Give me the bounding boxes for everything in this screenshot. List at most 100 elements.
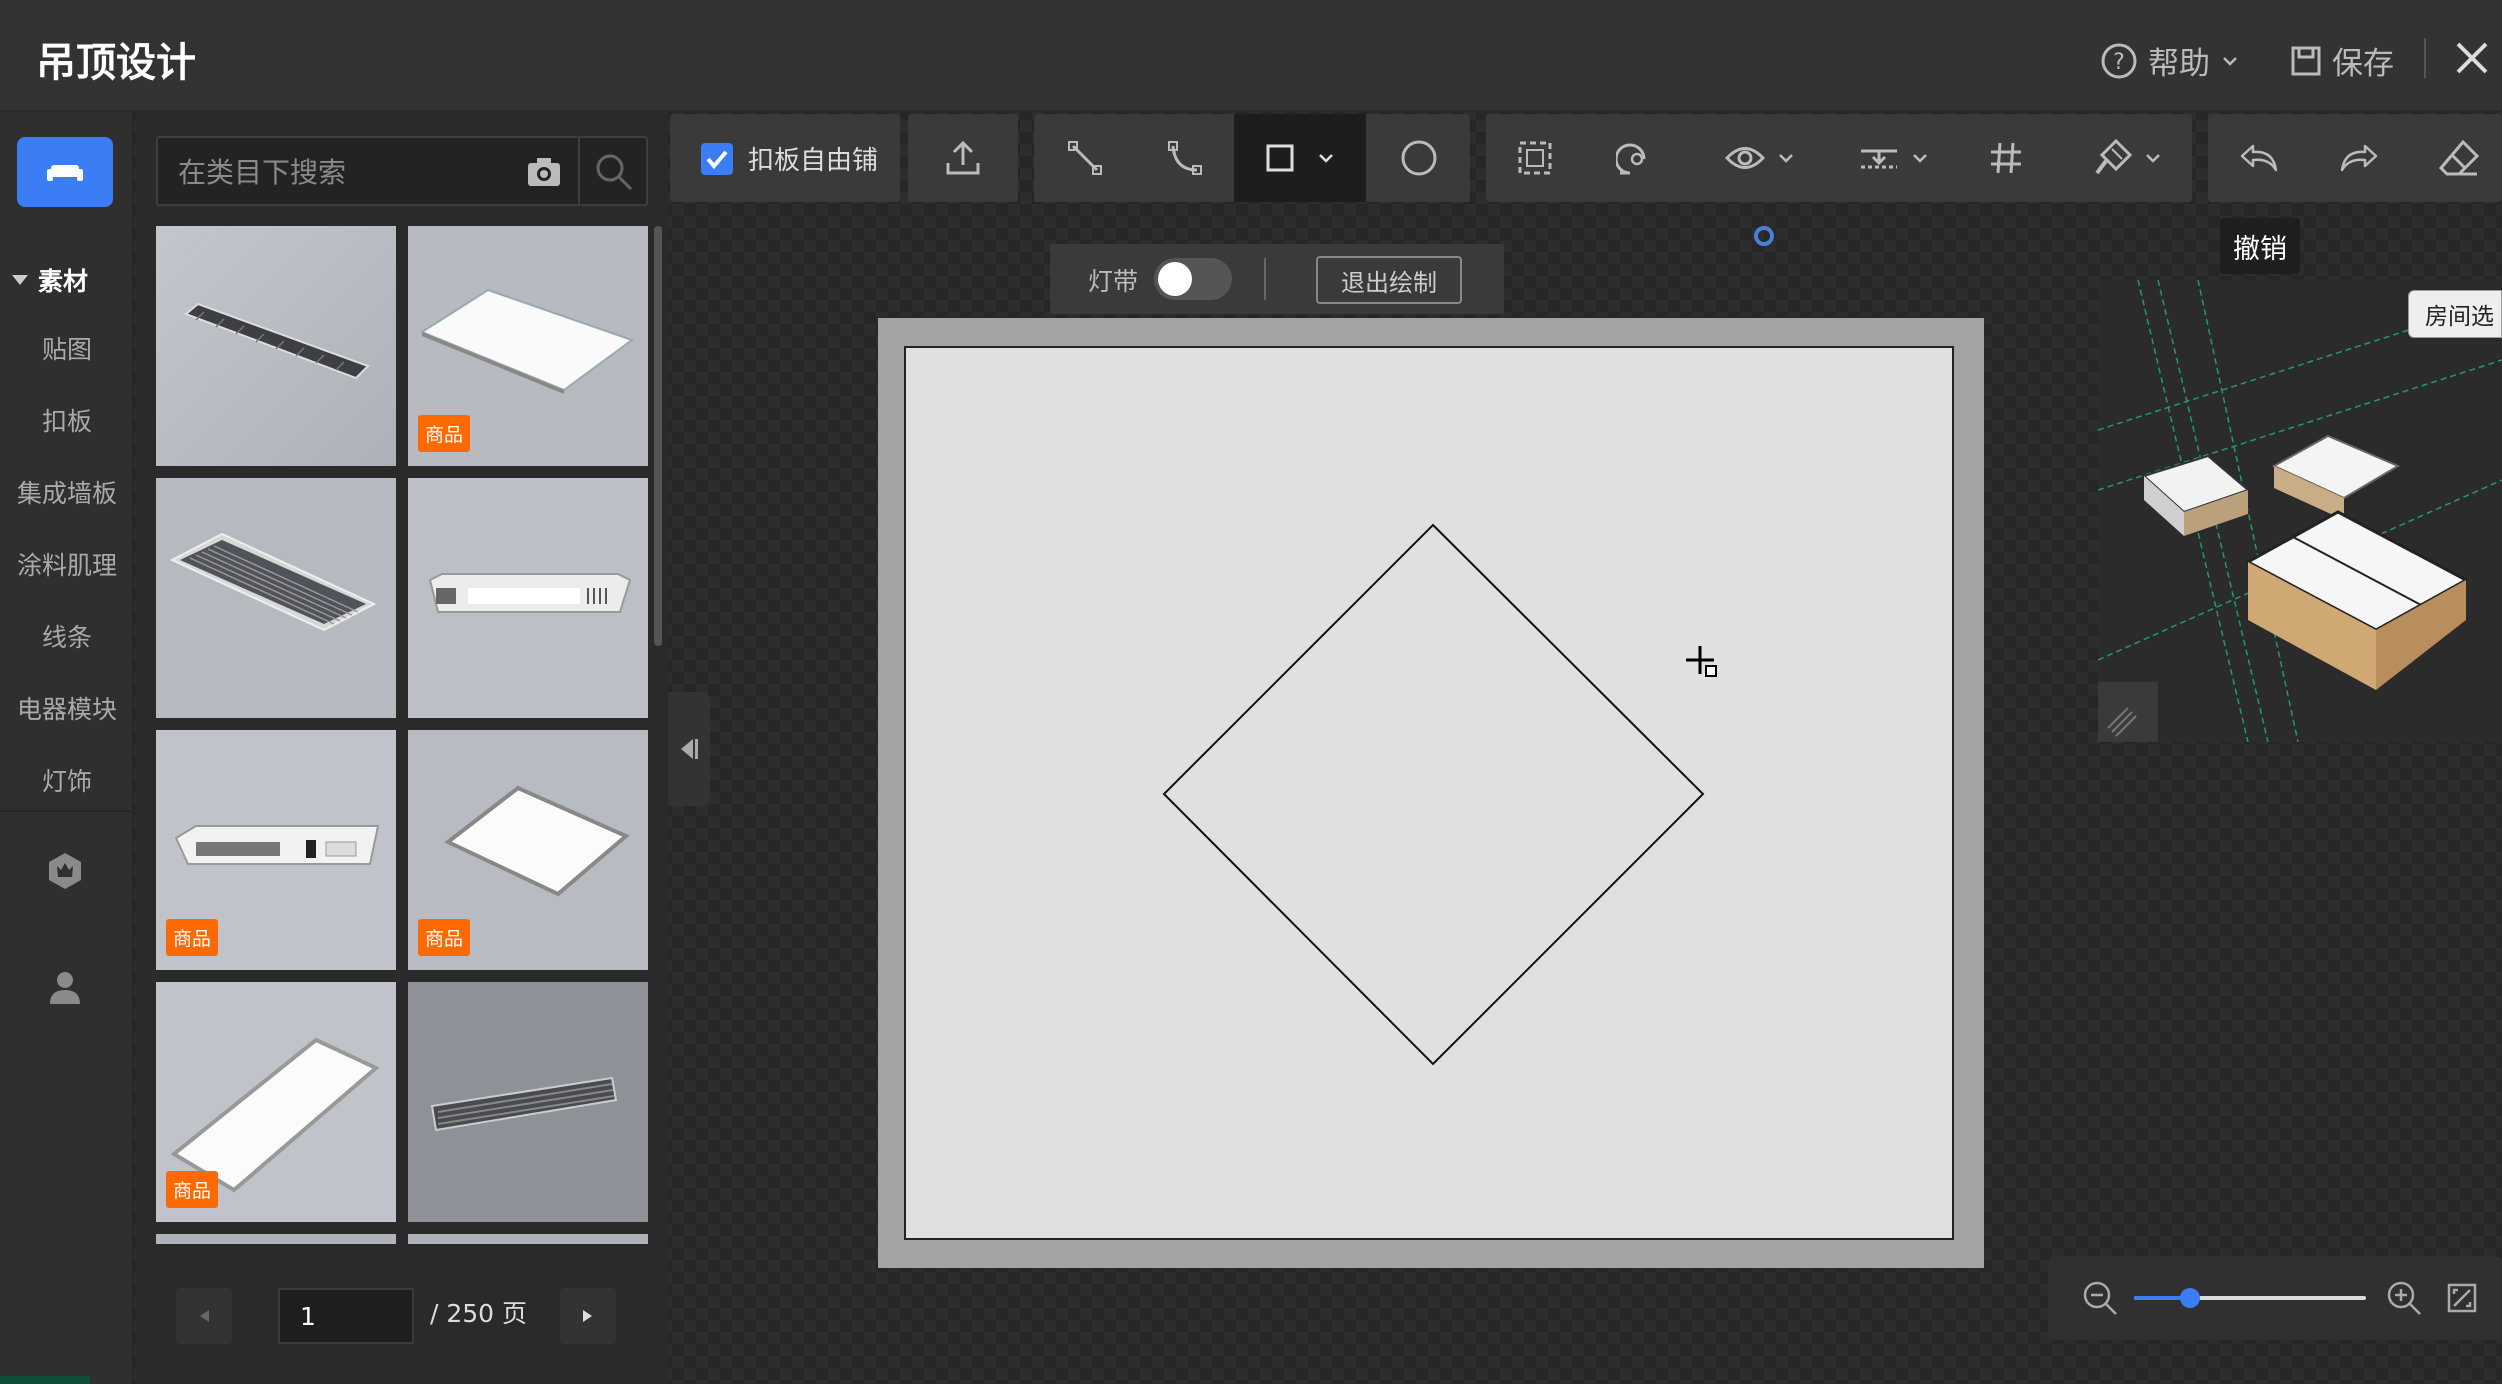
close-icon[interactable]	[2452, 38, 2492, 78]
next-page-button[interactable]	[560, 1288, 616, 1344]
dark-vent-thumbnail	[408, 982, 648, 1222]
exit-draw-button[interactable]: 退出绘制	[1316, 256, 1462, 304]
select-area-button[interactable]	[1500, 114, 1570, 202]
nav-item-appliance[interactable]: 电器模块	[0, 690, 134, 726]
material-section-header[interactable]: 素材	[12, 262, 88, 298]
rectangle-tool-icon	[1266, 144, 1294, 172]
grid-icon	[1991, 142, 2021, 174]
arc-tool-icon	[1168, 141, 1202, 175]
circle-tool-button[interactable]	[1384, 114, 1454, 202]
visibility-button[interactable]	[1710, 114, 1810, 202]
product-badge: 商品	[166, 919, 219, 956]
page-number-input[interactable]	[278, 1288, 414, 1344]
search-input[interactable]	[178, 152, 478, 192]
nav-item-panel[interactable]: 扣板	[0, 402, 134, 438]
search-divider	[578, 138, 580, 204]
zoom-bar	[2048, 1256, 2502, 1340]
eye-icon	[1725, 147, 1765, 169]
status-indicator	[0, 1376, 90, 1384]
eraser-icon	[2439, 140, 2479, 176]
free-tile-toggle[interactable]: 扣板自由铺	[700, 140, 878, 177]
undo-button[interactable]	[2224, 114, 2294, 202]
catalog-item-partial	[156, 1234, 396, 1244]
upload-icon	[946, 140, 980, 175]
caret-down-icon	[12, 275, 28, 285]
nav-divider	[0, 810, 134, 812]
catalog-item-square-panel-light[interactable]: 商品	[408, 730, 648, 970]
brush-button[interactable]	[2076, 114, 2180, 202]
help-label: 帮助	[2148, 46, 2210, 82]
chevron-down-icon	[1779, 154, 1793, 163]
search-icon[interactable]	[594, 152, 634, 192]
nav-item-lighting[interactable]: 灯饰	[0, 762, 134, 798]
room-select-button[interactable]: 房间选	[2408, 290, 2502, 338]
nav-item-molding[interactable]: 线条	[0, 618, 134, 654]
collapse-left-icon	[681, 739, 698, 759]
drawing-layer	[1162, 523, 1717, 1066]
ceiling-design-app: 吊顶设计 ? 帮助 保存 素材 贴图 扣板 集成墙板 涂料肌理 线条 电器模块 …	[0, 0, 2502, 1384]
bath-heater-thumbnail	[408, 478, 648, 718]
catalog-item-grille-vent[interactable]	[156, 478, 396, 718]
catalog-item-flat-panel-light[interactable]: 商品	[408, 226, 648, 466]
circle-tool-icon	[1401, 140, 1437, 176]
drawing-canvas[interactable]	[904, 346, 1954, 1240]
redo-button[interactable]	[2324, 114, 2394, 202]
catalog-item-long-panel-light[interactable]: 商品	[156, 982, 396, 1222]
title-bar: 吊顶设计 ? 帮助 保存	[0, 0, 2502, 112]
diamond-shape[interactable]	[1162, 523, 1705, 1066]
catalog-item-bath-heater-light[interactable]	[408, 478, 648, 718]
header-divider	[2424, 38, 2426, 78]
rectangle-tool-button[interactable]	[1234, 114, 1366, 202]
zoom-out-icon[interactable]	[2082, 1280, 2118, 1316]
line-tool-button[interactable]	[1050, 114, 1120, 202]
redo-icon	[2340, 144, 2378, 172]
nav-item-paint[interactable]: 涂料肌理	[0, 546, 134, 582]
save-icon	[2291, 46, 2321, 75]
chevron-down-icon	[1319, 154, 1333, 163]
eraser-button[interactable]	[2424, 114, 2494, 202]
product-badge: 商品	[166, 1171, 219, 1208]
crosshair-cursor	[1686, 646, 1717, 677]
camera-icon[interactable]	[526, 156, 562, 188]
save-button[interactable]: 保存	[2290, 38, 2394, 83]
resize-grip-icon	[2107, 707, 2137, 737]
catalog-item-bath-heater-module[interactable]: 商品	[156, 730, 396, 970]
upload-button[interactable]	[908, 114, 1018, 202]
catalog-scrollbar[interactable]	[654, 226, 662, 646]
sofa-icon	[47, 165, 83, 182]
resize-handle[interactable]	[2098, 682, 2158, 742]
chevron-down-icon	[1913, 154, 1927, 163]
caret-right-icon	[583, 1310, 592, 1322]
grid-button[interactable]	[1976, 114, 2036, 202]
zoom-in-icon[interactable]	[2386, 1280, 2422, 1316]
zoom-track[interactable]	[2134, 1288, 2366, 1308]
caret-left-icon	[200, 1310, 209, 1322]
product-badge: 商品	[418, 919, 471, 956]
nav-item-texture[interactable]: 贴图	[0, 330, 134, 366]
material-nav-button[interactable]	[17, 137, 113, 207]
catalog-item-linear-vent[interactable]	[156, 226, 396, 466]
3d-preview[interactable]	[2098, 280, 2502, 742]
fit-view-icon[interactable]	[2446, 1282, 2478, 1314]
checkbox-checked-icon	[701, 142, 733, 175]
nav-item-wall-panel[interactable]: 集成墙板	[0, 474, 134, 510]
loading-icon	[1754, 226, 1774, 246]
align-button[interactable]	[1844, 114, 1944, 202]
brush-icon	[2095, 139, 2132, 175]
enterprise-icon[interactable]	[48, 852, 82, 890]
catalog-item-dark-linear-vent[interactable]	[408, 982, 648, 1222]
material-section-label: 素材	[38, 267, 89, 296]
chevron-down-icon	[2146, 154, 2160, 163]
path-tool-button[interactable]	[1600, 114, 1670, 202]
collapse-panel-handle[interactable]	[668, 692, 710, 806]
light-strip-label: 灯带	[1088, 267, 1139, 296]
help-button[interactable]: ? 帮助	[2100, 38, 2240, 83]
free-tile-label: 扣板自由铺	[748, 146, 879, 176]
prev-page-button[interactable]	[176, 1288, 232, 1344]
zoom-slider-thumb[interactable]	[2179, 1288, 2200, 1308]
undo-icon	[2240, 144, 2278, 172]
arc-tool-button[interactable]	[1150, 114, 1220, 202]
align-icon	[1861, 149, 1897, 169]
user-icon[interactable]	[48, 970, 82, 1006]
light-strip-toggle[interactable]	[1154, 258, 1232, 300]
